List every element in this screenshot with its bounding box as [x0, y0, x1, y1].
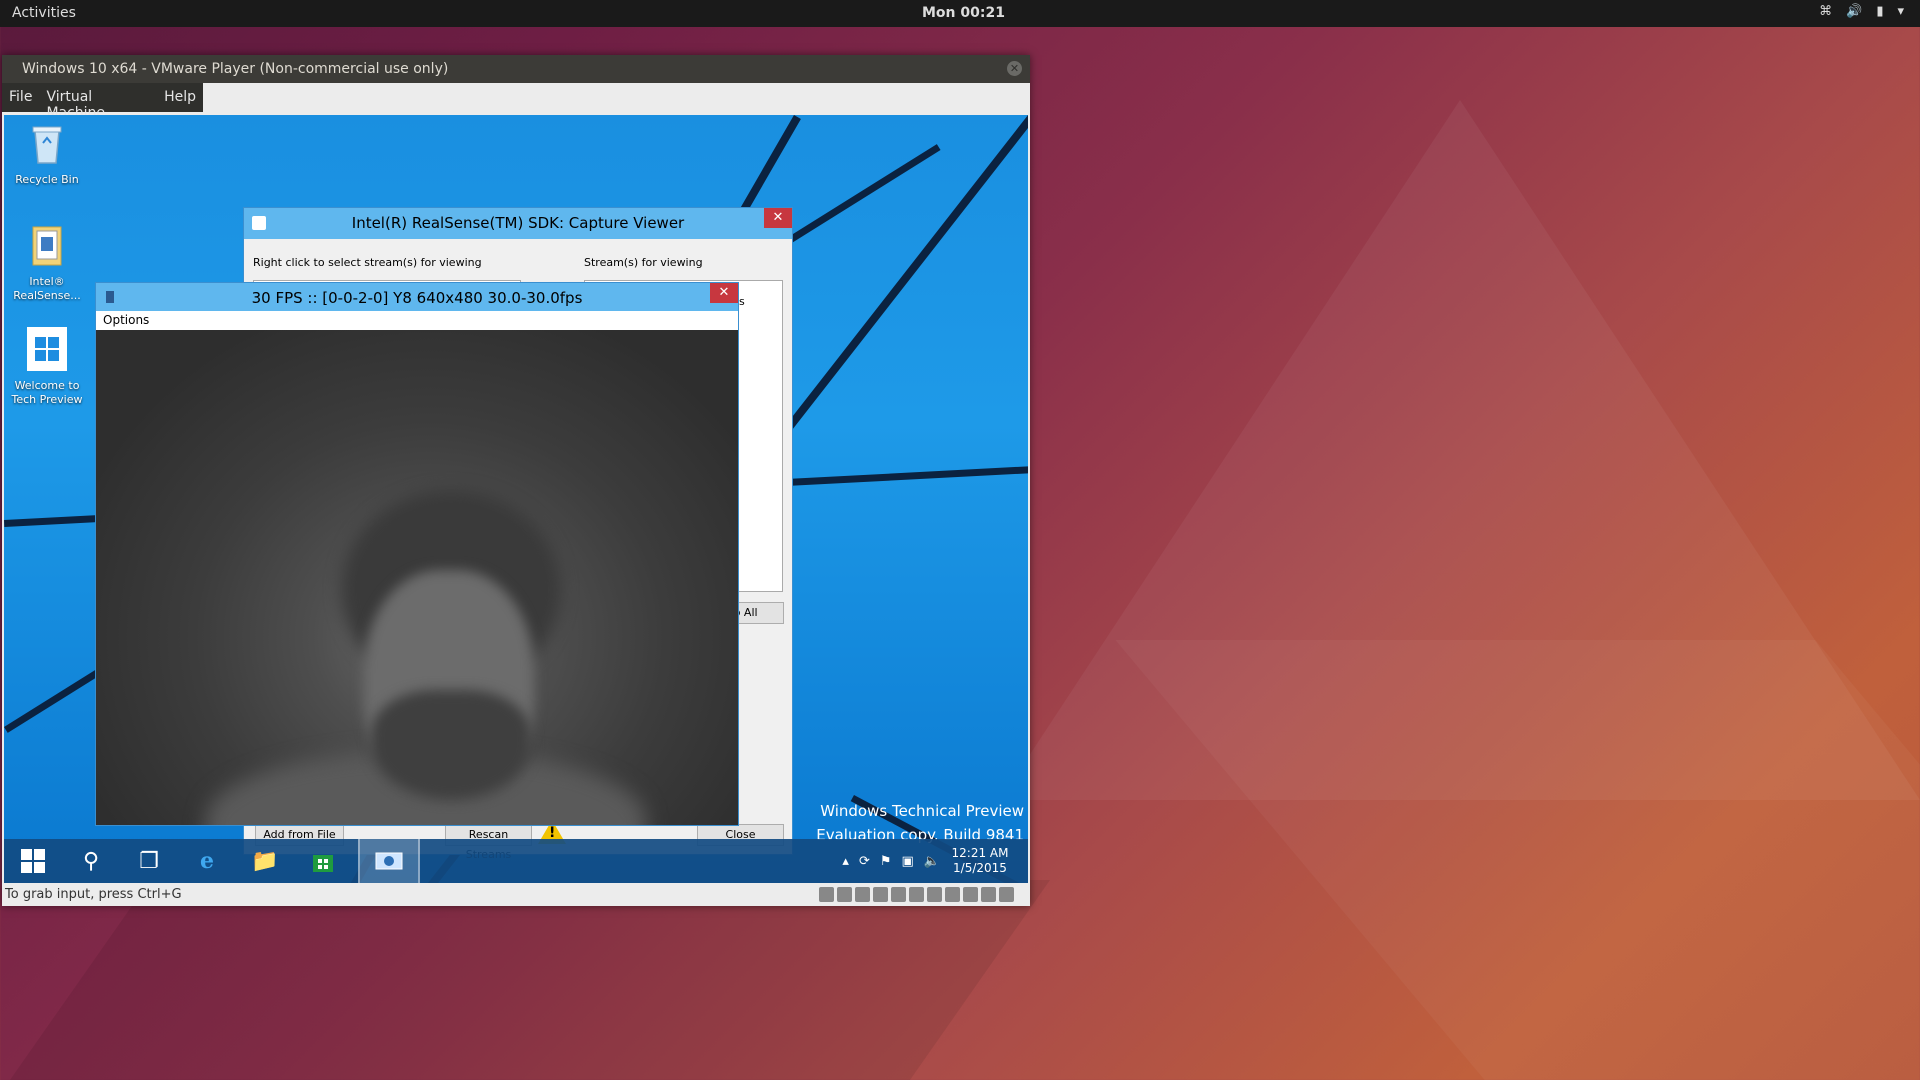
column-header-fragment: s — [739, 295, 745, 308]
windows-logo-icon — [21, 849, 45, 873]
wallpaper-facet — [1000, 100, 1920, 800]
watermark-line1: Windows Technical Preview — [820, 802, 1024, 820]
wifi-icon[interactable]: ⌘ — [1819, 4, 1832, 19]
store-icon[interactable] — [294, 839, 352, 883]
network-icon[interactable]: ▣ — [902, 854, 914, 869]
taskbar-clock[interactable]: 12:21 AM 1/5/2015 — [950, 846, 1010, 876]
desktop-icon-label: Recycle Bin — [15, 173, 79, 186]
usb-device-icon[interactable] — [963, 887, 978, 902]
menu-options[interactable]: Options — [103, 313, 149, 327]
start-button[interactable] — [4, 839, 62, 883]
capture-viewer-titlebar[interactable]: Intel(R) RealSense(TM) SDK: Capture View… — [244, 208, 792, 239]
capture-viewer-taskbar-button[interactable] — [358, 839, 420, 883]
status-message: To grab input, press Ctrl+G — [5, 887, 182, 902]
recycle-bin-icon — [32, 126, 62, 164]
menu-help[interactable]: Help — [157, 83, 203, 112]
notification-area: ▴ ⟳ ⚑ ▣ 🔈 12:21 AM 1/5/2015 — [842, 839, 1010, 883]
vmware-title: Windows 10 x64 - VMware Player (Non-comm… — [22, 61, 449, 77]
desktop-icon-realsense[interactable]: Intel® RealSense... — [7, 223, 87, 303]
cd-drive-icon[interactable] — [837, 887, 852, 902]
desktop-icon-label: Intel® RealSense... — [13, 275, 81, 302]
taskbar-date: 1/5/2015 — [953, 861, 1007, 875]
stream-window: 30 FPS :: [0-0-2-0] Y8 640x480 30.0-30.0… — [95, 282, 739, 826]
file-explorer-icon[interactable]: 📁 — [236, 839, 294, 883]
desktop-icon-label: Welcome to Tech Preview — [11, 379, 83, 406]
available-streams-label: Right click to select stream(s) for view… — [253, 256, 482, 269]
menubar-spacer — [203, 83, 1030, 112]
vmware-menubar: File Virtual Machine Help — [2, 83, 203, 121]
dropdown-arrow-icon[interactable]: ▾ — [1897, 4, 1904, 19]
capture-viewer-title: Intel(R) RealSense(TM) SDK: Capture View… — [351, 214, 685, 232]
volume-icon[interactable]: 🔈 — [924, 854, 940, 869]
network-adapter-icon[interactable] — [891, 887, 906, 902]
flag-icon[interactable]: ⚑ — [880, 854, 892, 869]
wallpaper-facet — [9, 880, 1051, 1080]
camera-stream-view — [96, 330, 738, 825]
activities-button[interactable]: Activities — [12, 5, 76, 21]
close-icon[interactable]: ✕ — [764, 208, 792, 228]
taskbar-time: 12:21 AM — [951, 846, 1009, 860]
store-bag-icon — [313, 855, 333, 872]
camera-app-icon — [375, 852, 403, 870]
windows-taskbar: ⚲ ❐ e 📁 ▴ ⟳ ⚑ ▣ 🔈 12:21 AM 1/5/2015 — [4, 839, 1028, 883]
menu-virtual-machine[interactable]: Virtual Machine — [39, 83, 157, 121]
video-frame-beard — [371, 690, 531, 800]
wallpaper-facet — [1115, 640, 1920, 1080]
message-icon[interactable] — [999, 887, 1014, 902]
task-view-icon[interactable]: ❐ — [120, 839, 178, 883]
hard-disk-icon[interactable] — [819, 887, 834, 902]
viewing-streams-label: Stream(s) for viewing — [584, 256, 703, 269]
vmware-titlebar[interactable]: Windows 10 x64 - VMware Player (Non-comm… — [2, 55, 1030, 83]
usb-device-icon[interactable] — [981, 887, 996, 902]
stream-window-title: 30 FPS :: [0-0-2-0] Y8 640x480 30.0-30.0… — [251, 289, 583, 307]
sync-icon[interactable]: ⟳ — [859, 854, 870, 869]
search-icon[interactable]: ⚲ — [62, 839, 120, 883]
top-bar-clock[interactable]: Mon 00:21 — [922, 5, 1005, 21]
display-icon[interactable] — [909, 887, 924, 902]
vmware-statusbar: To grab input, press Ctrl+G — [2, 884, 1030, 906]
printer-icon[interactable] — [873, 887, 888, 902]
folder-icon — [32, 226, 62, 266]
internet-explorer-icon[interactable]: e — [178, 839, 236, 883]
system-tray[interactable]: ⌘ 🔊 ▮ ▾ — [1819, 4, 1904, 19]
top-bar: Activities Mon 00:21 ⌘ 🔊 ▮ ▾ — [0, 0, 1920, 27]
usb-icon[interactable] — [855, 887, 870, 902]
desktop-icon-recycle-bin[interactable]: Recycle Bin — [7, 121, 87, 187]
guest-screen[interactable]: Recycle Bin Intel® RealSense... Welcome … — [4, 115, 1028, 883]
desktop-icon-welcome[interactable]: Welcome to Tech Preview — [7, 327, 87, 407]
volume-icon[interactable]: 🔊 — [1846, 4, 1862, 19]
battery-icon[interactable]: ▮ — [1876, 4, 1883, 19]
menu-file[interactable]: File — [2, 83, 39, 112]
windows-logo-icon — [27, 327, 67, 371]
vmware-window: Windows 10 x64 - VMware Player (Non-comm… — [2, 55, 1030, 906]
chevron-up-icon[interactable]: ▴ — [842, 854, 849, 869]
usb-device-icon[interactable] — [927, 887, 942, 902]
usb-device-icon[interactable] — [945, 887, 960, 902]
device-icons — [819, 887, 1014, 902]
stream-window-menubar: Options — [96, 311, 738, 330]
close-icon[interactable]: ✕ — [710, 283, 738, 303]
stream-window-titlebar[interactable]: 30 FPS :: [0-0-2-0] Y8 640x480 30.0-30.0… — [96, 283, 738, 311]
close-icon[interactable]: ✕ — [1007, 61, 1022, 76]
